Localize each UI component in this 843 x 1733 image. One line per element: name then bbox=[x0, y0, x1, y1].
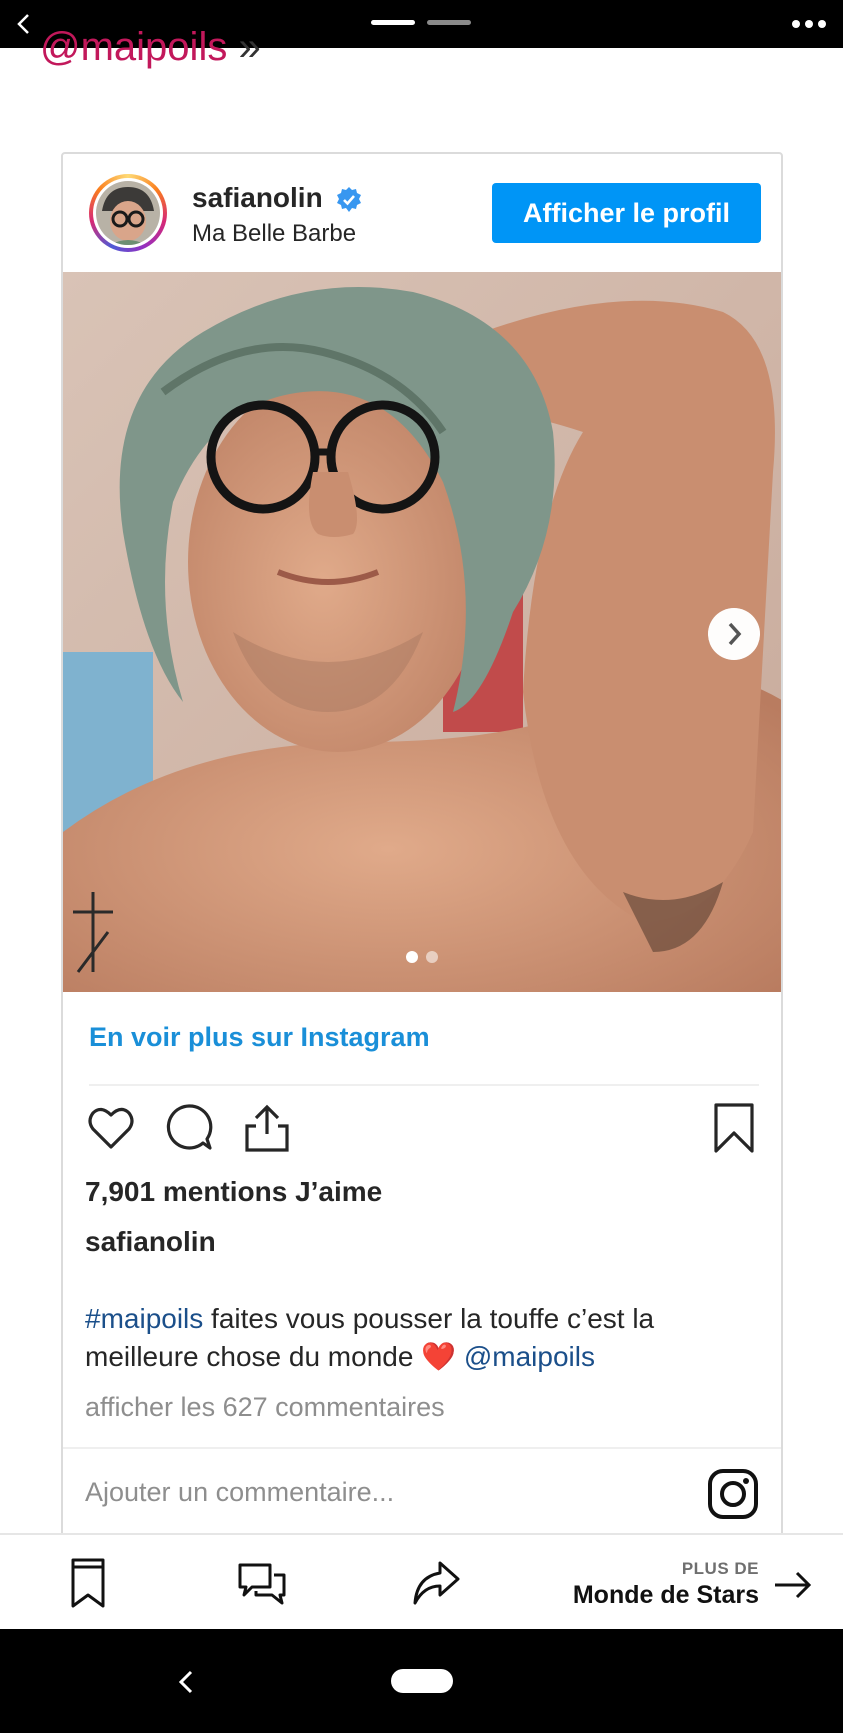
comment-bubble-icon[interactable] bbox=[163, 1102, 215, 1154]
bookmark-icon[interactable] bbox=[711, 1102, 757, 1154]
back-icon[interactable] bbox=[170, 1665, 204, 1699]
system-navigation-bar bbox=[0, 1629, 843, 1733]
article-text-snippet: @maipoils » bbox=[40, 22, 261, 72]
post-image bbox=[63, 272, 781, 992]
more-horizontal-icon[interactable] bbox=[789, 12, 829, 36]
page-indicator-inactive bbox=[427, 20, 471, 25]
caption-username[interactable]: safianolin bbox=[85, 1226, 216, 1258]
next-section-title[interactable]: Monde de Stars bbox=[573, 1581, 759, 1610]
verified-badge-icon bbox=[337, 187, 361, 212]
post-photo[interactable] bbox=[63, 272, 781, 992]
instagram-logo-icon[interactable] bbox=[707, 1468, 759, 1520]
carousel-dot bbox=[426, 951, 438, 963]
post-caption: #maipoils faites vous pousser la touffe … bbox=[85, 1300, 755, 1376]
hashtag-link[interactable]: #maipoils bbox=[85, 1303, 203, 1334]
add-comment-field[interactable]: Ajouter un commentaire... bbox=[85, 1477, 394, 1508]
view-profile-button[interactable]: Afficher le profil bbox=[492, 183, 761, 243]
likes-count[interactable]: 7,901 mentions J’aime bbox=[85, 1176, 382, 1208]
page-indicator-active bbox=[371, 20, 415, 25]
heart-outline-icon[interactable] bbox=[85, 1102, 137, 1154]
arrow-right-icon[interactable] bbox=[773, 1569, 813, 1601]
chevron-left-icon[interactable] bbox=[10, 10, 38, 38]
avatar-image bbox=[96, 181, 160, 245]
post-subtitle: Ma Belle Barbe bbox=[192, 220, 357, 247]
divider bbox=[63, 1447, 781, 1449]
carousel-next-button[interactable] bbox=[708, 608, 760, 660]
see-more-on-instagram-link[interactable]: En voir plus sur Instagram bbox=[89, 1022, 430, 1053]
share-upload-icon[interactable] bbox=[241, 1102, 293, 1154]
view-comments-link[interactable]: afficher les 627 commentaires bbox=[85, 1392, 445, 1423]
carousel-dot-active bbox=[406, 951, 418, 963]
handle-link[interactable]: @maipoils bbox=[40, 25, 227, 69]
home-pill-button[interactable] bbox=[391, 1669, 453, 1693]
heart-emoji: ❤️ bbox=[421, 1341, 457, 1372]
avatar[interactable] bbox=[89, 174, 167, 252]
share-arrow-icon[interactable] bbox=[410, 1557, 462, 1609]
comments-icon[interactable] bbox=[236, 1557, 288, 1609]
article-bottom-bar: PLUS DE Monde de Stars bbox=[0, 1533, 843, 1629]
mention-link[interactable]: @maipoils bbox=[464, 1341, 595, 1372]
post-username[interactable]: safianolin bbox=[192, 182, 323, 214]
post-header: safianolin Ma Belle Barbe Afficher le pr… bbox=[63, 154, 781, 272]
next-section-kicker[interactable]: PLUS DE bbox=[682, 1559, 759, 1579]
divider bbox=[89, 1084, 759, 1086]
bookmark-icon[interactable] bbox=[62, 1557, 114, 1609]
instagram-embed-card: safianolin Ma Belle Barbe Afficher le pr… bbox=[61, 152, 783, 1552]
closing-quote: » bbox=[238, 25, 261, 69]
